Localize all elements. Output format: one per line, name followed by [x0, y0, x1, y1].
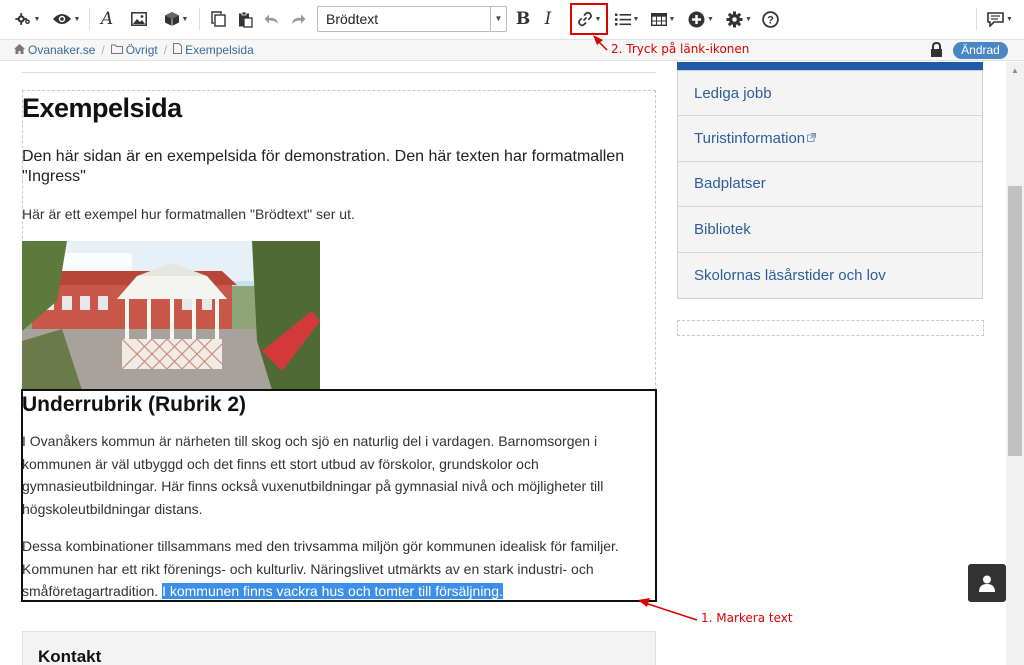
list-menu-button[interactable]: ▼: [612, 7, 642, 31]
breadcrumb-item-home[interactable]: Ovanaker.se: [28, 43, 95, 57]
sidebar-menu: Lediga jobb Turistinformation Badplatser…: [677, 70, 983, 299]
breadcrumb-bar: Ovanaker.se / Övrigt / Exempelsida Ändra…: [0, 39, 1024, 61]
paragraph-2[interactable]: Dessa kombinationer tillsammans med den …: [22, 535, 652, 603]
sidebar-empty-block[interactable]: [677, 320, 984, 336]
annotation-step-2: 2. Tryck på länk-ikonen: [611, 42, 750, 56]
breadcrumb-item-ovrigt[interactable]: Övrigt: [126, 43, 158, 57]
chevron-down-icon: ▼: [490, 7, 506, 31]
ingress-text[interactable]: Den här sidan är en exempelsida för demo…: [22, 147, 662, 187]
insert-block-button[interactable]: ▼: [161, 7, 191, 31]
contact-box: [22, 631, 656, 665]
paste-icon: [238, 11, 253, 28]
insert-image-button[interactable]: [129, 7, 149, 31]
table-menu-button[interactable]: ▼: [648, 7, 678, 31]
help-icon: ?: [761, 10, 779, 28]
insert-menu-button[interactable]: ▼: [686, 7, 716, 31]
settings-gear-icon: [14, 13, 30, 25]
help-button[interactable]: ?: [760, 7, 780, 31]
paragraph-1[interactable]: I Ovanåkers kommun är närheten till skog…: [22, 430, 652, 520]
scrollbar-thumb[interactable]: [1008, 186, 1022, 456]
user-icon: [979, 575, 995, 592]
undo-button[interactable]: [262, 7, 282, 31]
undo-icon: [264, 14, 278, 24]
external-link-icon: [807, 132, 817, 145]
selected-text[interactable]: I kommunen finns vackra hus och tomter t…: [162, 583, 503, 599]
format-select-value: Brödtext: [326, 11, 379, 27]
breadcrumb-item-exempelsida[interactable]: Exempelsida: [185, 43, 254, 57]
copy-icon: [210, 11, 226, 27]
user-button[interactable]: [968, 564, 1006, 602]
format-select[interactable]: Brödtext ▼: [317, 6, 507, 32]
folder-icon: [110, 44, 123, 57]
gear-icon: [726, 11, 743, 27]
status-badge[interactable]: Ändrad: [953, 42, 1008, 59]
content-divider: [22, 72, 656, 73]
page-icon: [173, 43, 183, 57]
editor-toolbar: ▼ ▼ A ▼ Brödtext ▼ B I ▼ ▼ ▼ ▼ ▼ ? ▼: [0, 0, 1024, 38]
sidebar-item-lasarstider[interactable]: Skolornas läsårstider och lov: [678, 253, 982, 298]
plus-circle-icon: [688, 11, 705, 27]
body-text[interactable]: Här är ett exempel hur formatmallen "Brö…: [22, 206, 355, 222]
comment-icon: [987, 11, 1004, 27]
list-icon: [614, 13, 631, 25]
scroll-up-arrow-icon[interactable]: ▲: [1006, 62, 1024, 80]
text-style-button[interactable]: A: [97, 7, 117, 31]
bold-icon: B: [515, 9, 531, 29]
image-icon: [131, 12, 147, 26]
text-style-icon: A: [100, 9, 114, 29]
breadcrumb: Ovanaker.se / Övrigt / Exempelsida: [14, 43, 254, 57]
link-button-highlight: [570, 3, 608, 35]
sidebar-accent-bar: [677, 62, 983, 70]
paste-button[interactable]: [235, 7, 255, 31]
sidebar-item-turistinformation[interactable]: Turistinformation: [678, 116, 982, 162]
preview-menu-button[interactable]: ▼: [50, 7, 82, 31]
svg-text:?: ?: [767, 14, 774, 26]
page-title[interactable]: Exempelsida: [22, 93, 182, 124]
box-icon: [164, 12, 179, 26]
comments-menu-button[interactable]: ▼: [986, 7, 1014, 31]
contact-title[interactable]: Kontakt: [38, 647, 101, 665]
sidebar-item-bibliotek[interactable]: Bibliotek: [678, 207, 982, 253]
sidebar-item-badplatser[interactable]: Badplatser: [678, 162, 982, 208]
annotation-step-1: 1. Markera text: [701, 611, 793, 625]
bold-button[interactable]: B: [513, 7, 533, 31]
gazebo-photo[interactable]: [22, 241, 320, 390]
redo-icon: [292, 14, 306, 24]
tools-menu-button[interactable]: ▼: [724, 7, 754, 31]
table-icon: [650, 12, 667, 26]
italic-button[interactable]: I: [538, 7, 558, 31]
settings-menu-button[interactable]: ▼: [12, 7, 42, 31]
copy-button[interactable]: [208, 7, 228, 31]
italic-icon: I: [544, 9, 552, 29]
lock-icon[interactable]: [930, 42, 943, 58]
sidebar-item-lediga-jobb[interactable]: Lediga jobb: [678, 71, 982, 117]
home-icon: [14, 43, 25, 57]
eye-icon: [52, 14, 71, 24]
subheading[interactable]: Underrubrik (Rubrik 2): [22, 393, 246, 417]
redo-button[interactable]: [288, 7, 308, 31]
